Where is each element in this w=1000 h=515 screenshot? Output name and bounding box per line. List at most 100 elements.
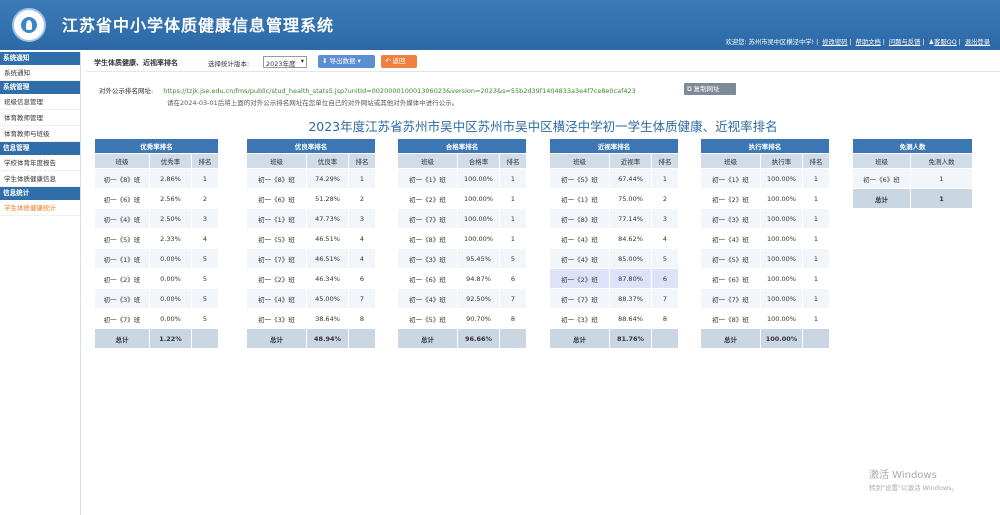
export-button[interactable]: ⬇ 导出数据 ▾ — [318, 55, 375, 68]
table-cell: 初一《8》班 — [94, 168, 150, 189]
table-cell: 0.00% — [149, 288, 192, 309]
total-cell — [802, 328, 830, 349]
total-row: 总计 1.22% — [94, 328, 219, 349]
ranking-table: 优良率排名 班级 优良率 排名 初一《8》班 74.29% 1 初一《6》班 51.28% 2 初一… — [246, 138, 376, 349]
column-header: 优良率 — [306, 153, 349, 169]
sidebar-item-student-health[interactable]: 学生体质健康信息 — [0, 171, 80, 187]
table-row: 初一《2》班 46.34% 6 — [246, 268, 376, 289]
table-cell: 0.00% — [149, 268, 192, 289]
table-title: 免测人数 — [852, 138, 973, 154]
table-cell: 1 — [348, 168, 376, 189]
table-cell: 88.64% — [609, 308, 652, 329]
ranking-table: 近视率排名 班级 近视率 排名 初一《5》班 67.44% 1 初一《1》班 75.00% 2 初一… — [549, 138, 679, 349]
table-row: 初一《1》班 0.00% 5 — [94, 248, 219, 269]
back-icon: ↶ — [385, 57, 391, 65]
table-cell: 初一《6》班 — [397, 268, 458, 289]
total-row: 总计 48.94% — [246, 328, 376, 349]
table-cell: 初一《4》班 — [700, 228, 761, 249]
table-title: 优良率排名 — [246, 138, 376, 154]
table-row: 初一《3》班 95.45% 5 — [397, 248, 527, 269]
table-cell: 初一《5》班 — [94, 228, 150, 249]
table-row: 初一《4》班 92.50% 7 — [397, 288, 527, 309]
logo-icon — [12, 8, 46, 42]
table-cell: 初一《4》班 — [549, 248, 610, 269]
table-row: 初一《8》班 74.29% 1 — [246, 168, 376, 189]
column-header: 免测人数 — [910, 153, 973, 169]
table-cell: 46.34% — [306, 268, 349, 289]
table-cell: 8 — [348, 308, 376, 329]
back-button[interactable]: ↶ 返回 — [381, 55, 417, 68]
sidebar-item-health-stats[interactable]: 学生体质健康统计 — [0, 200, 80, 216]
table-title: 合格率排名 — [397, 138, 527, 154]
change-password-link[interactable]: 修改密码 — [822, 39, 847, 46]
total-cell: 总计 — [700, 328, 761, 349]
table-cell: 1 — [802, 268, 830, 289]
table-cell: 2.56% — [149, 188, 192, 209]
table-cell: 4 — [348, 228, 376, 249]
qq-link[interactable]: 客服QQ — [934, 39, 957, 46]
feedback-link[interactable]: 问题与反馈 — [889, 39, 920, 46]
table-row: 初一《3》班 0.00% 5 — [94, 288, 219, 309]
public-url-row: 对外公示排名网址: https://tzjk.jse.edu.cn/fms/pub… — [99, 85, 636, 95]
table-cell: 5 — [191, 288, 219, 309]
table-cell: 1 — [499, 188, 527, 209]
sidebar-item-class-info[interactable]: 班级信息管理 — [0, 94, 80, 110]
total-row: 总计 96.66% — [397, 328, 527, 349]
total-cell — [651, 328, 679, 349]
ranking-table: 合格率排名 班级 合格率 排名 初一《1》班 100.00% 1 初一《2》班 100.00% 1… — [397, 138, 527, 349]
table-cell: 95.45% — [457, 248, 500, 269]
help-doc-link[interactable]: 帮助文档 — [856, 39, 881, 46]
windows-activation-watermark: 激活 Windows — [869, 470, 937, 481]
sidebar-item-teacher-class[interactable]: 体育教师与班级 — [0, 126, 80, 142]
table-row: 初一《4》班 84.62% 4 — [549, 228, 679, 249]
table-cell: 100.00% — [457, 208, 500, 229]
table-row: 初一《5》班 67.44% 1 — [549, 168, 679, 189]
table-cell: 初一《1》班 — [397, 168, 458, 189]
column-header: 班级 — [549, 153, 610, 169]
copy-url-button[interactable]: ⧉ 复制网址 — [684, 83, 736, 95]
user-bar: 欢迎您: 苏州市吴中区横泾中学! | 修改密码 | 帮助文档 | 问题与反馈 | ♟客服… — [725, 39, 990, 46]
table-row: 初一《3》班 38.64% 8 — [246, 308, 376, 329]
copy-url-label: 复制网址 — [693, 85, 720, 93]
table-cell: 46.51% — [306, 228, 349, 249]
column-header: 班级 — [246, 153, 307, 169]
toolbar: 学生体质健康、近视率排名 选择统计版本: 2023年度 ⬇导出数据 ▾ ↶返回 — [86, 52, 1000, 72]
table-cell: 4 — [191, 228, 219, 249]
sidebar-item-annual-report[interactable]: 学校体育年度报告 — [0, 155, 80, 171]
public-url[interactable]: https://tzjk.jse.edu.cn/fms/public/stud_… — [163, 87, 636, 95]
table-cell: 初一《7》班 — [94, 308, 150, 329]
table-cell: 7 — [651, 288, 679, 309]
total-cell: 96.66% — [457, 328, 500, 349]
logout-link[interactable]: 退出登录 — [965, 39, 990, 46]
table-cell: 87.80% — [609, 268, 652, 289]
table-cell: 94.87% — [457, 268, 500, 289]
table-title: 执行率排名 — [700, 138, 830, 154]
table-cell: 初一《7》班 — [700, 288, 761, 309]
table-cell: 1 — [802, 248, 830, 269]
table-cell: 初一《4》班 — [246, 288, 307, 309]
table-cell: 100.00% — [760, 188, 803, 209]
total-cell: 1 — [910, 188, 973, 209]
table-cell: 5 — [191, 248, 219, 269]
table-cell: 100.00% — [457, 228, 500, 249]
version-select[interactable]: 2023年度 — [263, 56, 307, 68]
page-title: 学生体质健康、近视率排名 — [94, 59, 178, 67]
table-cell: 初一《5》班 — [246, 228, 307, 249]
windows-activation-hint: 转到"设置"以激活 Windows。 — [869, 484, 959, 492]
total-cell: 总计 — [852, 188, 911, 209]
sidebar-item-notice[interactable]: 系统通知 — [0, 65, 80, 81]
table-row: 初一《6》班 2.56% 2 — [94, 188, 219, 209]
table-cell: 5 — [191, 308, 219, 329]
total-cell — [191, 328, 219, 349]
sidebar-item-teacher[interactable]: 体育教师管理 — [0, 110, 80, 126]
table-cell: 初一《7》班 — [549, 288, 610, 309]
table-cell: 2 — [348, 188, 376, 209]
table-cell: 1 — [802, 228, 830, 249]
column-header: 排名 — [802, 153, 830, 169]
table-cell: 初一《7》班 — [397, 208, 458, 229]
table-cell: 初一《6》班 — [246, 188, 307, 209]
table-cell: 2.86% — [149, 168, 192, 189]
table-cell: 1 — [499, 228, 527, 249]
table-row: 初一《6》班 1 — [852, 168, 973, 189]
table-row: 初一《5》班 90.70% 8 — [397, 308, 527, 329]
